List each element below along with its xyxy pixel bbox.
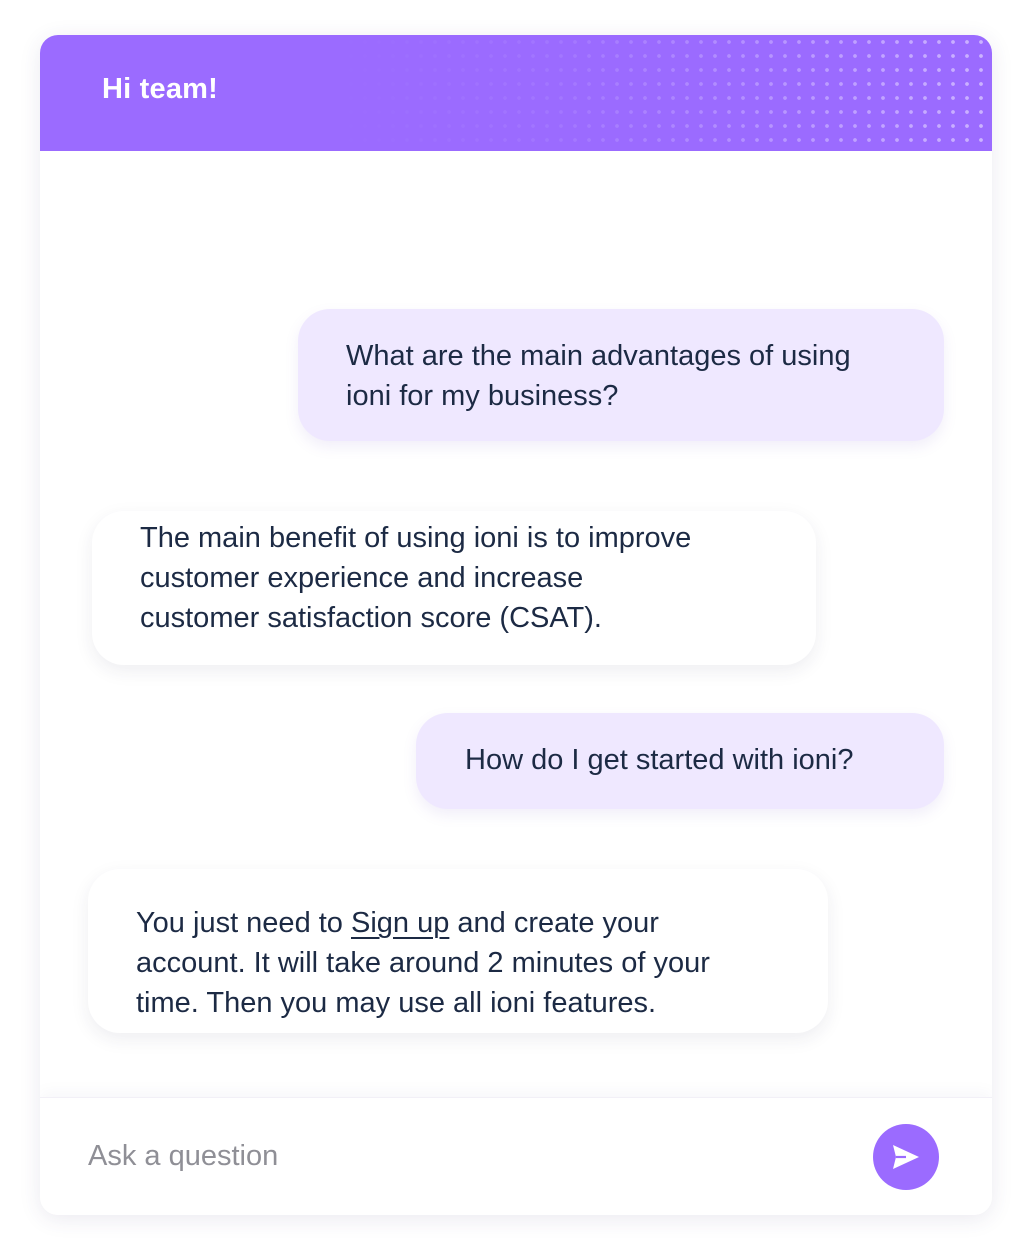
- user-message: How do I get started with ioni?: [416, 713, 944, 809]
- header-dot-pattern: [330, 35, 992, 151]
- message-line: What are the main advantages of using: [346, 340, 851, 372]
- message-line: customer experience and increase: [140, 562, 584, 594]
- message-line: How do I get started with ioni?: [465, 744, 854, 776]
- bot-message: The main benefit of using ioni is to imp…: [92, 511, 816, 665]
- chat-header: Hi team!: [40, 35, 992, 151]
- message-text: and create your: [449, 907, 659, 939]
- user-message: What are the main advantages of using io…: [298, 309, 944, 441]
- bot-message: You just need to Sign up and create your…: [88, 869, 828, 1033]
- question-input[interactable]: [88, 1134, 848, 1178]
- message-list[interactable]: What are the main advantages of using io…: [40, 151, 992, 1097]
- message-text: You just need to: [136, 907, 351, 939]
- message-line: The main benefit of using ioni is to imp…: [140, 522, 692, 554]
- send-icon: [893, 1145, 919, 1169]
- send-button[interactable]: [873, 1124, 939, 1190]
- message-line: account. It will take around 2 minutes o…: [136, 947, 710, 979]
- message-line: customer satisfaction score (CSAT).: [140, 602, 602, 634]
- message-line: ioni for my business?: [346, 380, 619, 412]
- header-title: Hi team!: [102, 73, 219, 105]
- message-line: time. Then you may use all ioni features…: [136, 987, 657, 1019]
- sign-up-link[interactable]: Sign up: [351, 907, 449, 939]
- chat-widget: Hi team! What are the main advantages of…: [40, 35, 992, 1215]
- message-line: You just need to Sign up and create your: [136, 903, 808, 943]
- composer: [40, 1097, 992, 1215]
